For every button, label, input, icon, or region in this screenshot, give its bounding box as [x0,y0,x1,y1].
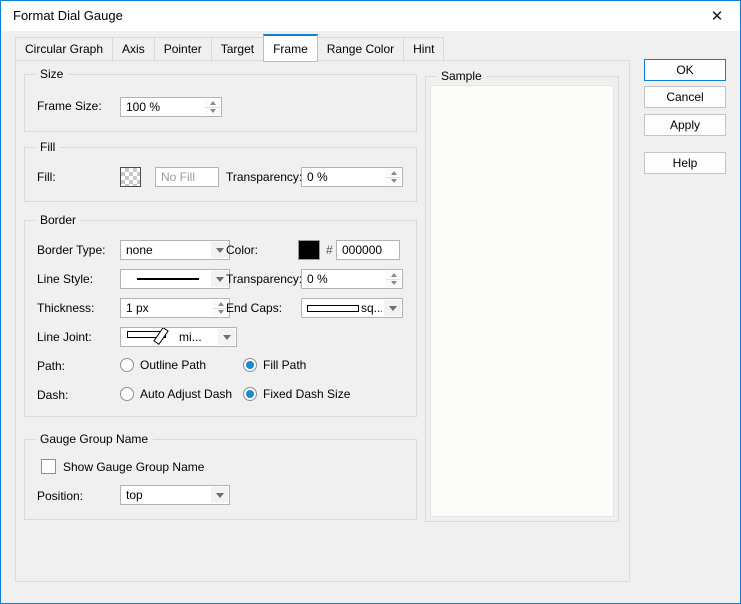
close-button[interactable]: ✕ [698,1,736,30]
chevron-down-icon [384,300,401,316]
auto-adjust-dash-radio[interactable]: Auto Adjust Dash [120,386,232,401]
end-caps-label: End Caps: [226,301,282,315]
radio-selected-icon [243,387,257,401]
position-dropdown[interactable]: top [120,485,230,505]
ok-button[interactable]: OK [644,59,726,81]
border-type-value: none [126,243,153,257]
line-style-label: Line Style: [37,272,93,286]
size-group: Size Frame Size: 100 % [24,74,417,132]
tab-hint[interactable]: Hint [403,37,444,61]
border-color-label: Color: [226,243,258,257]
border-group: Border Border Type: none Color: # 000000… [24,220,417,417]
radio-unselected-icon [120,358,134,372]
thickness-value: 1 px [126,301,149,315]
path-label: Path: [37,359,65,373]
tab-range-color[interactable]: Range Color [317,37,404,61]
tab-axis[interactable]: Axis [112,37,155,61]
fill-transparent-swatch-icon[interactable] [120,167,141,187]
frame-size-label: Frame Size: [37,99,102,113]
tab-pointer[interactable]: Pointer [154,37,212,61]
frame-size-spin-up-icon[interactable] [205,99,220,108]
thickness-spinner[interactable]: 1 px [120,298,230,318]
border-color-swatch[interactable] [298,240,320,260]
line-style-dropdown[interactable] [120,269,230,289]
tab-circular-graph[interactable]: Circular Graph [15,37,113,61]
close-icon: ✕ [711,7,724,25]
solid-line-icon [137,278,199,280]
tab-target[interactable]: Target [211,37,264,61]
show-gauge-group-name-label: Show Gauge Group Name [63,460,204,474]
window-title: Format Dial Gauge [13,8,123,23]
line-joint-label: Line Joint: [37,330,92,344]
fill-transparency-spin-down-icon[interactable] [386,178,401,186]
border-transparency-spin-down-icon[interactable] [386,280,401,288]
show-gauge-group-name-checkbox[interactable] [41,459,56,474]
fill-value-field[interactable]: No Fill [155,167,219,187]
frame-size-spin-down-icon[interactable] [205,108,220,116]
fill-group: Fill Fill: No Fill Transparency: 0 % [24,147,417,202]
end-caps-dropdown[interactable]: sq... [301,298,403,318]
radio-selected-icon [243,358,257,372]
border-transparency-value: 0 % [307,272,328,286]
position-label: Position: [37,489,83,503]
tab-bar: Circular Graph Axis Pointer Target Frame… [15,34,443,61]
fill-transparency-value: 0 % [307,170,328,184]
frame-size-value: 100 % [126,100,160,114]
chevron-down-icon [211,487,228,503]
miter-joint-icon [126,328,178,347]
border-group-legend: Border [35,213,81,227]
tab-frame[interactable]: Frame [263,34,318,62]
border-transparency-spinner[interactable]: 0 % [301,269,403,289]
frame-tab-panel: Size Frame Size: 100 % Fill Fill: No Fil… [15,60,630,582]
fixed-dash-size-radio[interactable]: Fixed Dash Size [243,386,350,401]
fill-transparency-label: Transparency: [226,170,302,184]
sample-group-legend: Sample [436,69,487,83]
fill-transparency-spin-up-icon[interactable] [386,169,401,178]
dash-label: Dash: [37,388,68,402]
line-joint-dropdown[interactable]: mi... [120,327,237,347]
gauge-group-name-legend: Gauge Group Name [35,432,153,446]
thickness-label: Thickness: [37,301,94,315]
fill-group-legend: Fill [35,140,60,154]
gauge-group-name-group: Gauge Group Name Show Gauge Group Name P… [24,439,417,520]
radio-unselected-icon [120,387,134,401]
border-transparency-label: Transparency: [226,272,302,286]
line-joint-value: mi... [179,330,202,344]
fill-label: Fill: [37,170,56,184]
position-value: top [126,488,143,502]
border-type-dropdown[interactable]: none [120,240,230,260]
chevron-down-icon [218,329,235,345]
title-bar: Format Dial Gauge ✕ [1,1,740,31]
sample-group: Sample [425,76,619,522]
outline-path-radio[interactable]: Outline Path [120,357,206,372]
apply-button[interactable]: Apply [644,114,726,136]
border-transparency-spin-up-icon[interactable] [386,271,401,280]
border-type-label: Border Type: [37,243,105,257]
cancel-button[interactable]: Cancel [644,86,726,108]
border-color-hex-field[interactable]: 000000 [336,240,400,260]
fill-transparency-spinner[interactable]: 0 % [301,167,403,187]
end-caps-value: sq... [361,301,382,315]
size-group-legend: Size [35,67,68,81]
hex-hash-label: # [326,243,333,257]
format-dial-gauge-dialog: Format Dial Gauge ✕ Circular Graph Axis … [0,0,741,604]
sample-preview-canvas [430,85,614,517]
square-cap-line-icon [307,305,359,312]
frame-size-spinner[interactable]: 100 % [120,97,222,117]
help-button[interactable]: Help [644,152,726,174]
fill-path-radio[interactable]: Fill Path [243,357,306,372]
